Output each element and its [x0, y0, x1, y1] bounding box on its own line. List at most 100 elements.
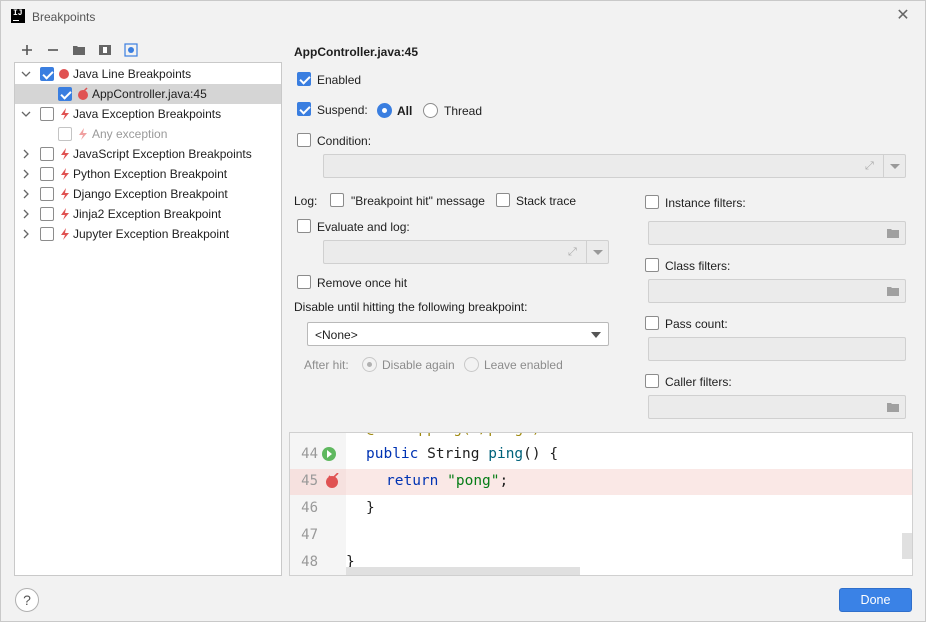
- chevron-down-icon[interactable]: [21, 69, 31, 79]
- lightning-icon: [61, 188, 69, 200]
- done-button[interactable]: Done: [839, 588, 912, 612]
- disable-again-label: Disable again: [382, 358, 455, 372]
- chevron-down-icon[interactable]: [883, 155, 905, 177]
- lightning-icon: [61, 208, 69, 220]
- class-filters-label: Class filters:: [665, 259, 731, 273]
- tree-item-label: Java Line Breakpoints: [73, 67, 192, 81]
- tree-item-jinja2-exception[interactable]: Jinja2 Exception Breakpoint: [15, 204, 281, 224]
- evaluate-log-input[interactable]: ⤢: [323, 240, 609, 264]
- enabled-label: Enabled: [317, 73, 362, 87]
- evaluate-log-checkbox[interactable]: [297, 219, 311, 233]
- run-gutter-icon[interactable]: [321, 446, 337, 462]
- close-icon[interactable]: ✕: [895, 8, 911, 24]
- checkbox[interactable]: [40, 207, 54, 221]
- suspend-checkbox[interactable]: [297, 102, 311, 116]
- log-message-checkbox[interactable]: [330, 193, 344, 207]
- tree-item-java-exception-breakpoints[interactable]: Java Exception Breakpoints: [15, 104, 281, 124]
- vertical-scrollbar[interactable]: [902, 533, 912, 559]
- chevron-right-icon[interactable]: [21, 169, 31, 179]
- remove-icon[interactable]: [45, 42, 61, 58]
- suspend-thread-label: Thread: [444, 104, 483, 118]
- chevron-right-icon[interactable]: [21, 149, 31, 159]
- horizontal-scrollbar[interactable]: [346, 567, 580, 575]
- instance-filters-input[interactable]: [648, 221, 906, 245]
- verified-breakpoint-icon: [78, 87, 88, 100]
- chevron-right-icon[interactable]: [21, 209, 31, 219]
- chevron-down-icon[interactable]: [586, 241, 608, 263]
- pass-count-label: Pass count:: [665, 317, 728, 331]
- stack-trace-checkbox[interactable]: [496, 193, 510, 207]
- group-by-file-icon[interactable]: [97, 42, 113, 58]
- title-bar: IJ Breakpoints ✕: [1, 1, 925, 32]
- checkbox[interactable]: [40, 167, 54, 181]
- expand-icon[interactable]: ⤢: [568, 246, 580, 258]
- evaluate-log-label: Evaluate and log:: [317, 220, 410, 234]
- chevron-down-icon[interactable]: [21, 109, 31, 119]
- line-number: 48: [301, 554, 318, 570]
- breakpoints-tree: Java Line Breakpoints AppController.java…: [14, 62, 282, 576]
- annotation-partial: @GetMapping("/ping"): [366, 433, 541, 437]
- tree-item-jupyter-exception[interactable]: Jupyter Exception Breakpoint: [15, 224, 281, 244]
- chevron-right-icon[interactable]: [21, 189, 31, 199]
- condition-checkbox[interactable]: [297, 133, 311, 147]
- tree-item-label: Jinja2 Exception Breakpoint: [73, 207, 222, 221]
- group-by-class-icon[interactable]: [123, 42, 139, 58]
- pass-count-input[interactable]: [648, 337, 906, 361]
- checkbox[interactable]: [40, 147, 54, 161]
- breakpoint-title: AppController.java:45: [294, 45, 419, 59]
- checkbox[interactable]: [58, 87, 72, 101]
- suspend-thread-radio[interactable]: [423, 103, 438, 118]
- log-label: Log:: [294, 194, 318, 208]
- leave-enabled-radio[interactable]: [464, 357, 479, 372]
- checkbox[interactable]: [40, 67, 54, 81]
- log-message-label: "Breakpoint hit" message: [351, 194, 485, 208]
- tree-item-appcontroller[interactable]: AppController.java:45: [15, 84, 281, 104]
- suspend-all-radio[interactable]: [377, 103, 392, 118]
- tree-item-python-exception[interactable]: Python Exception Breakpoint: [15, 164, 281, 184]
- condition-label: Condition:: [317, 134, 372, 148]
- line-number: 47: [301, 527, 318, 543]
- tree-toolbar: [19, 41, 139, 59]
- enabled-checkbox[interactable]: [297, 72, 311, 86]
- folder-icon[interactable]: [886, 401, 900, 413]
- instance-filters-checkbox[interactable]: [645, 195, 659, 209]
- code-line: }: [366, 500, 375, 516]
- tree-item-any-exception[interactable]: Any exception: [15, 124, 281, 144]
- breakpoint-gutter-icon[interactable]: [324, 473, 340, 489]
- line-number: 46: [301, 500, 318, 516]
- chevron-right-icon[interactable]: [21, 229, 31, 239]
- folder-icon[interactable]: [886, 227, 900, 239]
- leave-enabled-label: Leave enabled: [484, 358, 563, 372]
- code-line: return "pong";: [386, 473, 509, 489]
- class-filters-input[interactable]: [648, 279, 906, 303]
- pass-count-checkbox[interactable]: [645, 316, 659, 330]
- checkbox[interactable]: [40, 187, 54, 201]
- help-button[interactable]: ?: [15, 588, 39, 612]
- checkbox[interactable]: [58, 127, 72, 141]
- tree-item-django-exception[interactable]: Django Exception Breakpoint: [15, 184, 281, 204]
- add-icon[interactable]: [19, 42, 35, 58]
- folder-icon[interactable]: [886, 285, 900, 297]
- disable-until-label: Disable until hitting the following brea…: [294, 300, 528, 314]
- checkbox[interactable]: [40, 227, 54, 241]
- tree-item-javascript-exception[interactable]: JavaScript Exception Breakpoints: [15, 144, 281, 164]
- tree-item-label: AppController.java:45: [92, 87, 207, 101]
- remove-once-hit-checkbox[interactable]: [297, 275, 311, 289]
- disable-until-select[interactable]: <None>: [307, 322, 609, 346]
- group-by-package-icon[interactable]: [71, 42, 87, 58]
- expand-icon[interactable]: ⤢: [865, 160, 877, 172]
- suspend-label: Suspend:: [317, 103, 368, 117]
- checkbox[interactable]: [40, 107, 54, 121]
- tree-item-label: Django Exception Breakpoint: [73, 187, 228, 201]
- class-filters-checkbox[interactable]: [645, 258, 659, 272]
- instance-filters-label: Instance filters:: [665, 196, 746, 210]
- tree-item-java-line-breakpoints[interactable]: Java Line Breakpoints: [15, 64, 281, 84]
- caller-filters-checkbox[interactable]: [645, 374, 659, 388]
- code-line: public String ping() {: [366, 446, 559, 462]
- line-number: 44: [301, 446, 318, 462]
- caller-filters-input[interactable]: [648, 395, 906, 419]
- tree-item-label: Java Exception Breakpoints: [73, 107, 222, 121]
- condition-input[interactable]: ⤢: [323, 154, 906, 178]
- disable-again-radio[interactable]: [362, 357, 377, 372]
- tree-item-label: Python Exception Breakpoint: [73, 167, 228, 181]
